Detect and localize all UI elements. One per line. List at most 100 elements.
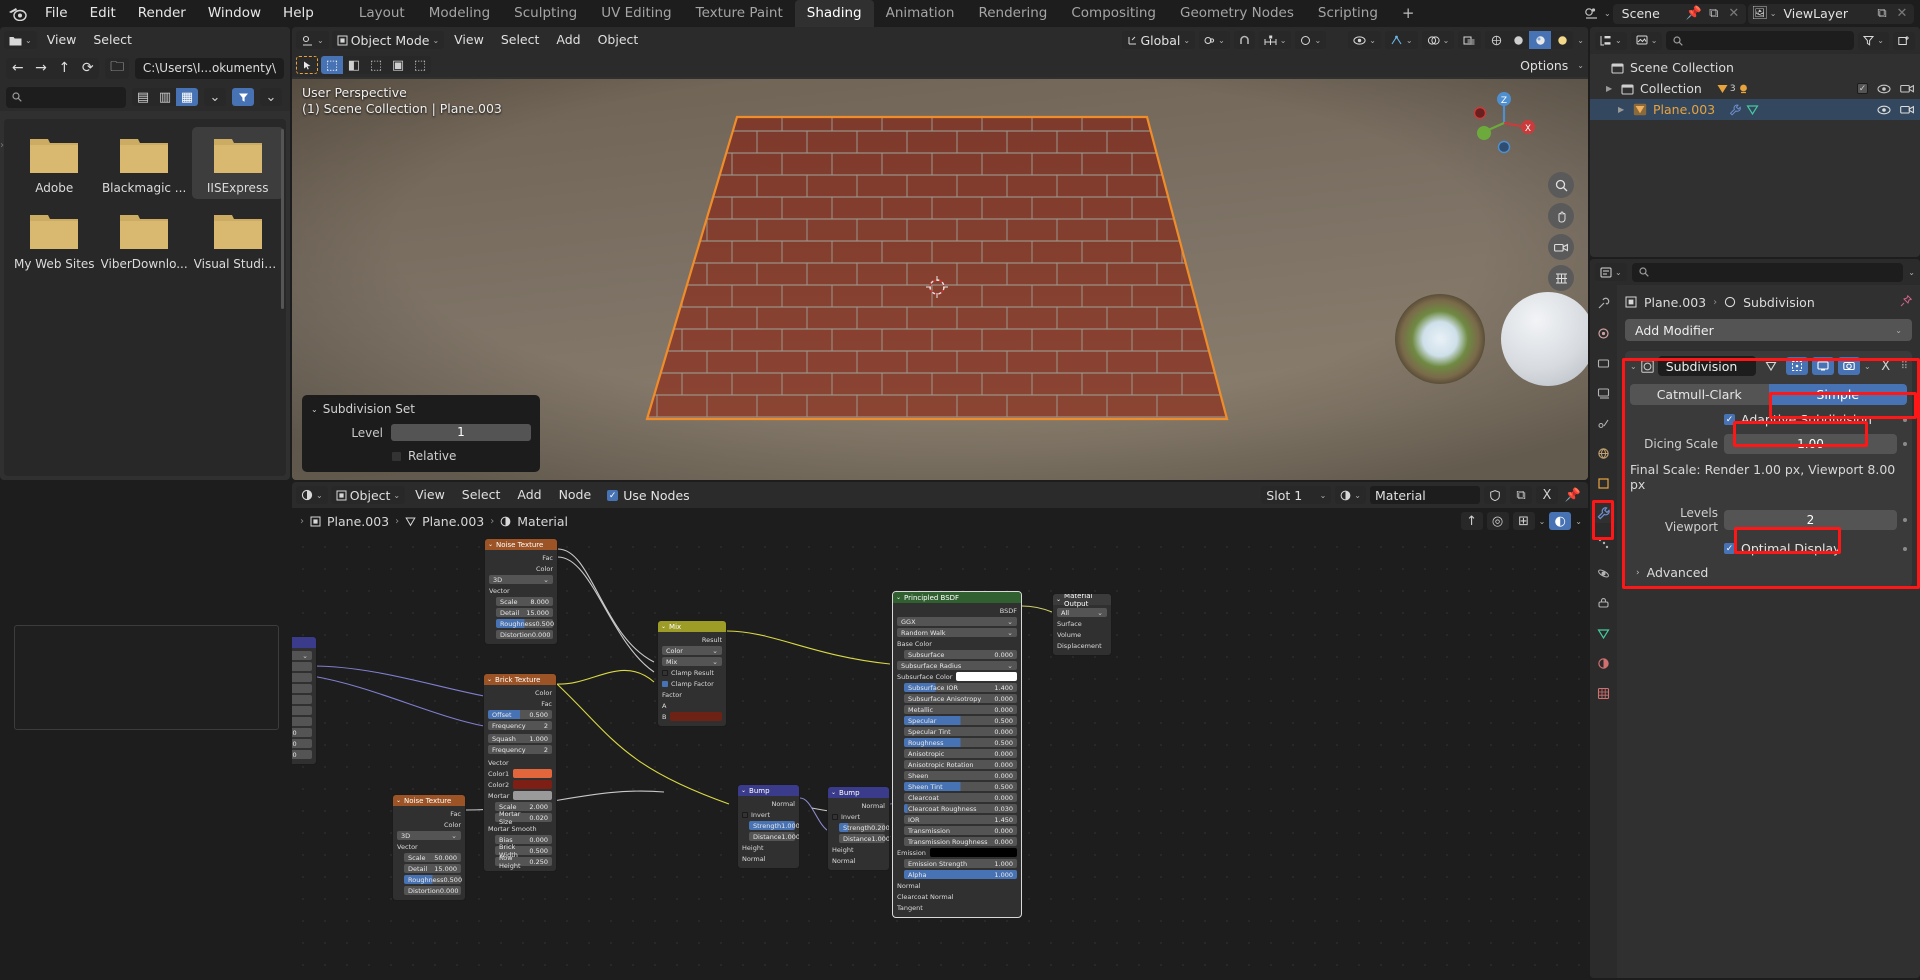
node-input-normal[interactable]: Normal [897, 881, 1017, 890]
node-prop-distortion[interactable]: Distortion0.000 [404, 886, 461, 895]
node-snap-icon[interactable]: ↑ [1461, 512, 1483, 530]
exclude-checkbox[interactable]: ✓ [1857, 83, 1868, 94]
node-snap-element-icon[interactable]: ⊞ [1513, 512, 1535, 530]
node-material-output[interactable]: ⌄ Material Output All Surface Volume Dis… [1052, 593, 1112, 656]
mortar-swatch[interactable] [513, 791, 552, 800]
mix-b-swatch[interactable] [670, 712, 722, 721]
shader-context-selector[interactable]: Object ⌄ [331, 486, 405, 504]
modifier-drag-handle-icon[interactable]: ⠿ [1901, 361, 1907, 372]
node-header[interactable]: ⌄ Brick Texture [484, 674, 556, 685]
tab-world-icon[interactable] [1593, 443, 1615, 463]
expand-triangle-icon[interactable]: ▶ [1618, 105, 1627, 114]
node-input-b[interactable]: B [662, 712, 722, 721]
node-mix[interactable]: ⌄ Mix Result Color Mix Clamp Result Clam… [657, 620, 727, 727]
dicing-scale-value[interactable]: 1.00 [1724, 434, 1897, 454]
eye-icon[interactable] [1877, 105, 1891, 115]
subdivision-type-catmull-clark[interactable]: Catmull-Clark [1630, 384, 1769, 405]
node-prop-strength[interactable]: Strength0.200 [839, 823, 885, 832]
viewport-editor-type-button[interactable]: ⌄ [296, 31, 329, 49]
shading-rendered-icon[interactable] [1551, 31, 1573, 49]
tab-output-icon[interactable] [1593, 353, 1615, 373]
node-input-displacement[interactable]: Displacement [1057, 641, 1107, 650]
file-browser-menu-view[interactable]: View [40, 27, 84, 53]
tab-texture-icon[interactable] [1593, 683, 1615, 703]
node-prop-scale[interactable]: Scale50.000 [404, 853, 461, 862]
levels-viewport-value[interactable]: 2 [1724, 510, 1897, 530]
node-prop-specular[interactable]: Specular0.500 [904, 716, 1017, 725]
shading-chevron-icon[interactable]: ⌄ [1577, 36, 1584, 45]
modifier-close-button[interactable]: X [1875, 357, 1897, 375]
extend-select-icon[interactable]: ▣ [387, 56, 409, 74]
menu-window[interactable]: Window [197, 0, 272, 27]
file-item-my-web-sites[interactable]: My Web Sites [12, 203, 97, 275]
node-prop-specular-tint[interactable]: Specular Tint0.000 [904, 727, 1017, 736]
node-canvas[interactable]: ⌄ Noise Texture Fac Color 3D Vector Scal… [292, 536, 1588, 978]
material-copy-icon[interactable]: ⧉ [1510, 486, 1532, 504]
expand-triangle-icon[interactable]: ▶ [1606, 84, 1615, 93]
viewport-menu-select[interactable]: Select [494, 27, 547, 53]
viewport-pan-hand-icon[interactable] [1548, 203, 1574, 229]
color1-swatch[interactable] [513, 769, 552, 778]
node-prop-sheen-tint[interactable]: Sheen Tint0.500 [904, 782, 1017, 791]
node-dropdown-blendmode[interactable]: Mix [662, 657, 722, 666]
subsurface-color-swatch[interactable] [956, 672, 1017, 681]
modifier-extras-chevron-icon[interactable]: ⌄ [1864, 362, 1871, 371]
node-dropdown-dimension[interactable]: 3D [489, 575, 553, 584]
file-item-adobe[interactable]: Adobe [12, 127, 97, 199]
node-bump-1[interactable]: ⌄ Bump Normal Invert Strength1.000 Dista… [737, 784, 800, 869]
node-output-bsdf[interactable]: BSDF [897, 606, 1017, 615]
tab-object-icon[interactable] [1593, 473, 1615, 493]
viewport-camera-icon[interactable] [1548, 234, 1574, 260]
chevron-down-icon[interactable]: ⌄ [311, 405, 318, 414]
node-output-result[interactable]: Result [662, 635, 722, 644]
tab-sculpting[interactable]: Sculpting [502, 0, 589, 27]
scene-copy-icon[interactable]: ⧉ [1704, 5, 1724, 23]
node-check-invert[interactable]: Invert [742, 810, 795, 819]
nav-refresh-icon[interactable]: ⟳ [76, 58, 99, 79]
properties-search-input[interactable] [1632, 263, 1904, 282]
adaptive-subdivision-checkbox[interactable]: ✓ [1724, 414, 1735, 425]
node-prop-distortion[interactable]: Distortion0.000 [496, 630, 553, 639]
tab-texture-paint[interactable]: Texture Paint [684, 0, 795, 27]
shader-menu-node[interactable]: Node [552, 482, 599, 508]
viewlayer-field[interactable]: 🖼 ⌄ ViewLayer ⧉ ✕ [1748, 4, 1914, 24]
node-bump-2[interactable]: ⌄ Bump Normal Invert Strength0.200 Dista… [827, 786, 890, 871]
node-input-clearcoat-normal[interactable]: Clearcoat Normal [897, 892, 1017, 901]
shader-pin-icon[interactable]: 📌 [1562, 486, 1584, 504]
blender-logo-icon[interactable] [0, 0, 34, 27]
node-prop-rot-y[interactable]: 0° [292, 706, 312, 715]
viewport-zoom-icon[interactable] [1548, 172, 1574, 198]
circle-select-icon[interactable]: ◧ [343, 56, 365, 74]
node-output-normal[interactable]: Normal [742, 799, 795, 808]
tab-rendering[interactable]: Rendering [966, 0, 1059, 27]
add-workspace-button[interactable]: + [1390, 3, 1427, 24]
node-prop-subsurface-ior[interactable]: Subsurface IOR1.400 [904, 683, 1017, 692]
tab-material-icon[interactable] [1593, 653, 1615, 673]
node-prop-strength[interactable]: Strength1.000 [749, 821, 795, 830]
node-prop-squash[interactable]: Squash1.000 [488, 734, 552, 743]
node-prop-clearcoat-roughness[interactable]: Clearcoat Roughness0.030 [904, 804, 1017, 813]
node-prop-scale-y[interactable]: 1.000 [292, 739, 312, 748]
file-item-iisexpress[interactable]: IISExpress [192, 127, 284, 199]
emission-color-swatch[interactable] [930, 848, 1017, 857]
node-noise-texture-2[interactable]: ⌄ Noise Texture Fac Color 3D Vector Scal… [392, 794, 466, 901]
node-input-mortar-smooth[interactable]: Mortar Smooth [488, 824, 552, 833]
shading-material-preview-icon[interactable] [1529, 31, 1551, 49]
node-prop-anisotropic[interactable]: Anisotropic0.000 [904, 749, 1017, 758]
viewport-menu-view[interactable]: View [447, 27, 491, 53]
tab-scene-icon[interactable] [1593, 413, 1615, 433]
subdivision-level-value[interactable]: 1 [391, 424, 531, 441]
node-header[interactable]: ⌄ Bump [828, 787, 889, 798]
add-modifier-button[interactable]: Add Modifier ⌄ [1625, 319, 1912, 341]
node-header[interactable]: ⌄ Principled BSDF [893, 592, 1021, 603]
viewport-grid-toggle-icon[interactable] [1548, 265, 1574, 291]
fake-user-shield-icon[interactable] [1484, 486, 1506, 504]
node-dropdown-dimension[interactable]: 3D [397, 831, 461, 840]
properties-editor-type-button[interactable]: ⌄ [1595, 263, 1627, 281]
node-prop-squash-frequency[interactable]: Frequency2 [488, 745, 552, 754]
file-path-input[interactable]: C:\Users\I...okumenty\ [135, 58, 284, 79]
scene-field[interactable]: Scene 📌 ⧉ ✕ [1613, 4, 1746, 24]
shader-menu-add[interactable]: Add [510, 482, 548, 508]
node-prop-detail[interactable]: Detail15.000 [404, 864, 461, 873]
modifier-name-input[interactable]: Subdivision [1658, 356, 1756, 376]
